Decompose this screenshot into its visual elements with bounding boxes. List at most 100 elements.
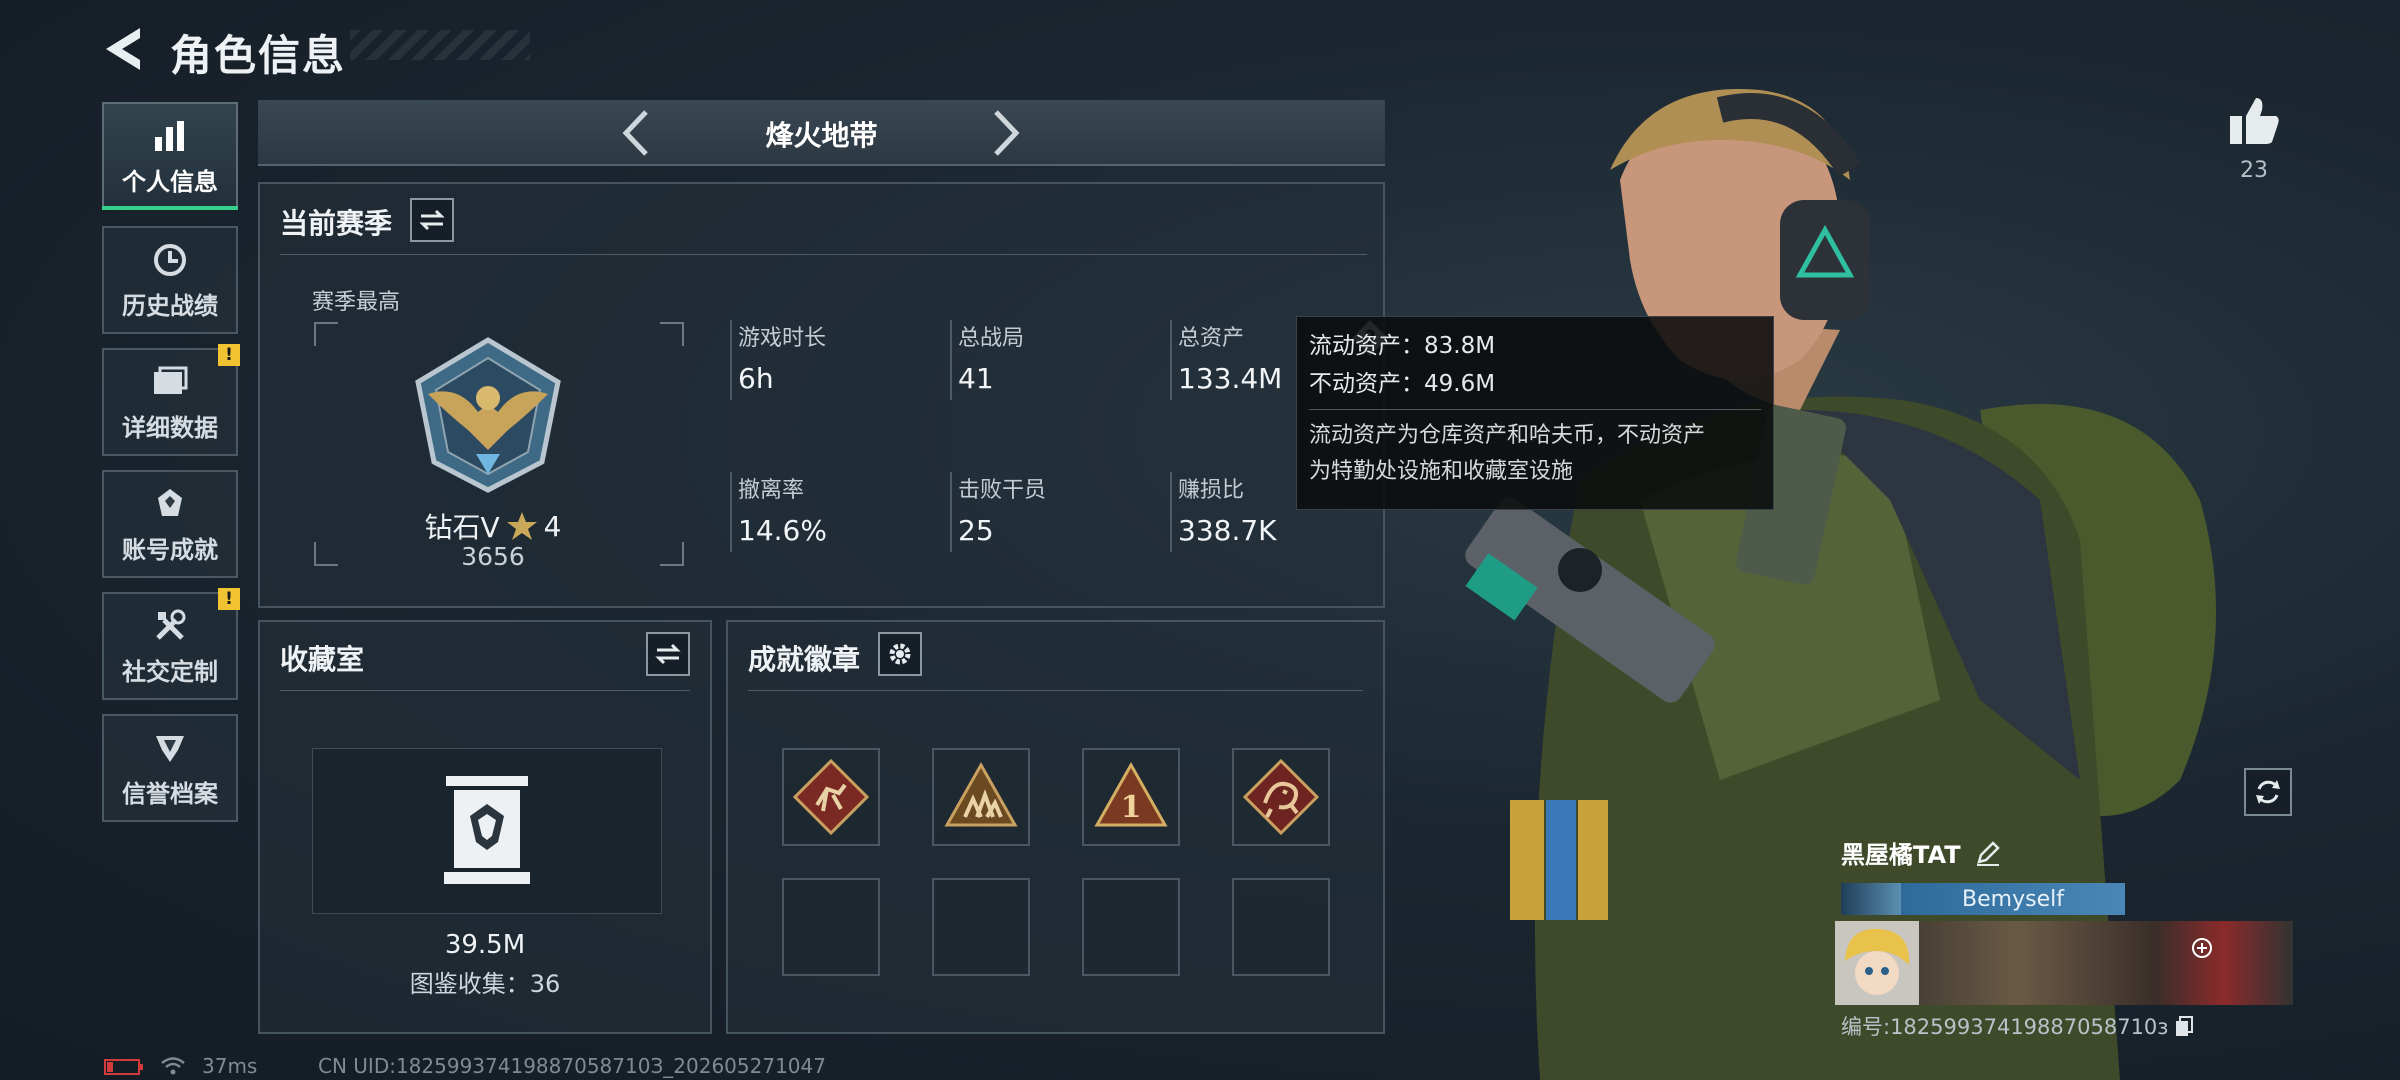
stat-label: 游戏时长 xyxy=(738,326,827,351)
nav-item-reputation-file[interactable]: 信誉档案 xyxy=(102,714,238,822)
rank-name: 钻石V xyxy=(424,511,500,544)
collection-panel[interactable]: 收藏室 39.5M 图鉴收集：36 xyxy=(258,620,712,1034)
rotate-model-button[interactable] xyxy=(2244,768,2292,816)
nav-item-personal-info[interactable]: 个人信息 xyxy=(102,102,238,210)
ping-readout: 37ms xyxy=(202,1054,258,1078)
title-decoration xyxy=(350,30,530,60)
nav-label: 社交定制 xyxy=(122,657,218,686)
back-arrow-icon[interactable] xyxy=(100,24,148,74)
star-icon xyxy=(506,512,537,540)
folder-icon xyxy=(150,362,190,402)
wifi-icon xyxy=(161,1057,185,1075)
stat-value: 14.6% xyxy=(738,514,827,547)
stat-extraction-rate: 撤离率 14.6% xyxy=(730,472,930,552)
number-one-badge-icon: 1 xyxy=(1094,761,1168,827)
stat-total-matches: 总战局 41 xyxy=(950,320,1150,400)
copy-icon[interactable] xyxy=(2174,1015,2194,1037)
chevron-right-icon[interactable] xyxy=(988,108,1024,158)
badge-settings-button[interactable] xyxy=(878,632,922,676)
frame-corner xyxy=(314,322,338,346)
tooltip-liquid-assets: 流动资产：83.8M xyxy=(1309,333,1496,359)
stat-value: 25 xyxy=(958,514,994,547)
player-profile-card: 黑屋橘TAT Bemyself 编号:18259937419887058710з xyxy=(1835,835,2295,1045)
runner-badge-icon xyxy=(793,759,869,835)
rank-line: 钻石V 4 xyxy=(318,506,668,546)
swap-icon xyxy=(419,209,445,231)
stat-label: 击败干员 xyxy=(958,478,1047,503)
add-circle-icon[interactable] xyxy=(2191,937,2213,959)
player-uid: 编号:18259937419887058710з xyxy=(1841,1015,2169,1039)
display-case-icon xyxy=(444,776,530,884)
empty-badge-slot[interactable] xyxy=(1082,878,1180,976)
mode-selector-bar: 烽火地带 xyxy=(258,100,1385,166)
tooltip-description-line: 为特勤处设施和收藏室设施 xyxy=(1309,459,1574,484)
thumbs-up-icon[interactable] xyxy=(2228,96,2280,146)
current-season-panel: 当前赛季 赛季最高 钻石V 4 3656 游戏时长 6h 总战局 41 总资产 … xyxy=(258,182,1388,608)
stat-label: 总战局 xyxy=(958,326,1025,351)
empty-badge-slot[interactable] xyxy=(1232,878,1330,976)
alert-badge: ! xyxy=(218,344,240,366)
season-title: 当前赛季 xyxy=(280,207,393,240)
empty-badge-slot[interactable] xyxy=(932,878,1030,976)
player-tag-row: Bemyself xyxy=(1841,883,2125,915)
nav-label: 账号成就 xyxy=(122,535,218,564)
frame-corner xyxy=(660,322,684,346)
nav-label: 信誉档案 xyxy=(122,779,218,808)
stat-operators-defeated: 击败干员 25 xyxy=(950,472,1150,552)
achievement-badges-panel: 成就徽章 1 xyxy=(726,620,1385,1034)
dragon-badge-icon xyxy=(1243,759,1319,835)
client-uid: CN UID:18259937419887058710З_20260527104… xyxy=(318,1054,826,1078)
likes-count: 23 xyxy=(2240,158,2268,183)
achievement-icon xyxy=(150,484,190,524)
mode-label: 烽火地带 xyxy=(765,119,878,152)
swap-icon xyxy=(655,643,681,665)
tooltip-description-line: 流动资产为仓库资产和哈夫币，不动资产 xyxy=(1309,423,1706,448)
alert-badge: ! xyxy=(218,588,240,610)
player-name-row: 黑屋橘TAT xyxy=(1841,835,2001,870)
rank-score: 3656 xyxy=(461,542,525,571)
svg-text:1: 1 xyxy=(1121,790,1142,825)
season-best-label: 赛季最高 xyxy=(312,290,401,315)
stat-label: 撤离率 xyxy=(738,478,805,503)
rotate-icon xyxy=(2256,780,2280,804)
stat-value: 338.7K xyxy=(1178,514,1277,547)
divider xyxy=(280,690,690,691)
gear-icon xyxy=(889,643,911,665)
collection-switch-button[interactable] xyxy=(646,632,690,676)
nav-label: 个人信息 xyxy=(122,167,218,196)
tooltip-fixed-assets: 不动资产：49.6M xyxy=(1309,371,1496,397)
bar-chart-icon xyxy=(150,116,190,156)
player-uid-row: 编号:18259937419887058710з xyxy=(1841,1011,2194,1041)
divider xyxy=(748,690,1363,691)
nav-item-match-history[interactable]: 历史战绩 xyxy=(102,226,238,334)
collection-count: 图鉴收集：36 xyxy=(409,970,561,998)
player-tag: Bemyself xyxy=(1901,883,2125,915)
nav-label: 详细数据 xyxy=(122,413,218,442)
diamond-rank-emblem-icon xyxy=(415,337,561,493)
team-badge-icon xyxy=(944,761,1018,827)
tooltip-divider xyxy=(1309,409,1761,410)
nav-item-account-achievements[interactable]: 账号成就 xyxy=(102,470,238,578)
empty-badge-slot[interactable] xyxy=(782,878,880,976)
badge-slot[interactable]: 1 xyxy=(1082,748,1180,846)
edit-pencil-icon[interactable] xyxy=(1975,840,2001,866)
stat-play-time: 游戏时长 6h xyxy=(730,320,930,400)
nav-label: 历史战绩 xyxy=(122,291,218,320)
player-banner-card[interactable] xyxy=(1835,921,2293,1005)
tools-icon xyxy=(150,606,190,646)
season-switch-button[interactable] xyxy=(410,198,454,242)
badge-slot[interactable] xyxy=(1232,748,1330,846)
player-name: 黑屋橘TAT xyxy=(1841,841,1961,869)
battery-low-icon xyxy=(104,1059,143,1075)
collection-title: 收藏室 xyxy=(280,643,365,676)
avatar xyxy=(1835,921,1919,1005)
tag-emblem xyxy=(1841,883,1901,915)
divider xyxy=(280,254,1367,255)
assets-tooltip: 流动资产：83.8M 不动资产：49.6M 流动资产为仓库资产和哈夫币，不动资产… xyxy=(1296,316,1774,510)
badge-slot[interactable] xyxy=(932,748,1030,846)
rank-stars: 4 xyxy=(543,509,562,543)
badge-slot[interactable] xyxy=(782,748,880,846)
collection-value: 39.5M xyxy=(444,930,526,960)
reputation-icon xyxy=(150,728,190,768)
history-icon xyxy=(150,240,190,280)
